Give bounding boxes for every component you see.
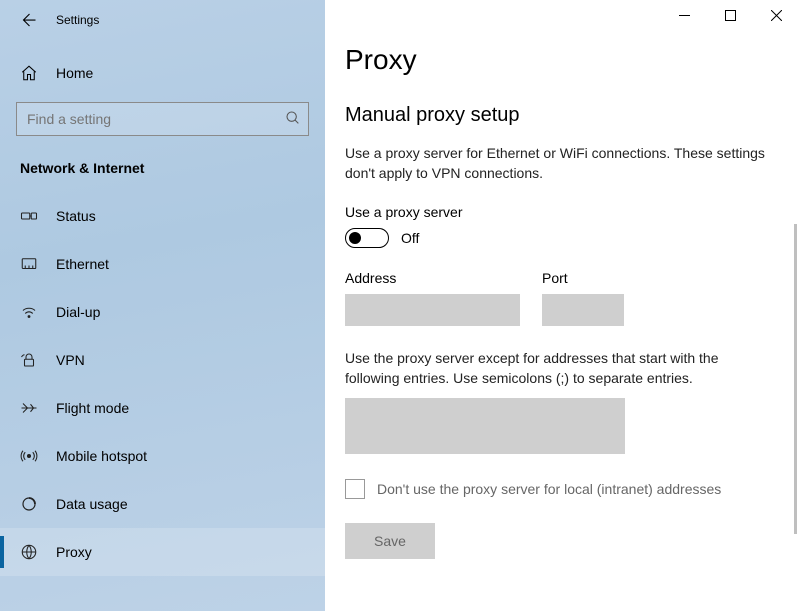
nav-label-flightmode: Flight mode [56, 400, 129, 416]
manual-description: Use a proxy server for Ethernet or WiFi … [345, 143, 771, 184]
sidebar: Settings Home Network & Internet Status [0, 0, 325, 611]
dialup-icon [20, 303, 38, 321]
status-icon [20, 207, 38, 225]
main-area: Proxy Manual proxy setup Use a proxy ser… [325, 0, 799, 611]
nav-label-mobilehotspot: Mobile hotspot [56, 448, 147, 464]
section-label: Network & Internet [0, 154, 325, 192]
content: Proxy Manual proxy setup Use a proxy ser… [325, 0, 799, 559]
nav-label-dialup: Dial-up [56, 304, 100, 320]
sidebar-item-flightmode[interactable]: Flight mode [0, 384, 325, 432]
back-button[interactable] [18, 10, 38, 30]
sidebar-item-home[interactable]: Home [0, 54, 325, 92]
sidebar-item-ethernet[interactable]: Ethernet [0, 240, 325, 288]
titlebar-left: Settings [0, 0, 325, 40]
port-label: Port [542, 270, 624, 286]
use-proxy-toggle[interactable] [345, 228, 389, 248]
sidebar-item-datausage[interactable]: Data usage [0, 480, 325, 528]
page-title: Proxy [345, 44, 771, 76]
use-proxy-label: Use a proxy server [345, 204, 771, 220]
hotspot-icon [20, 447, 38, 465]
airplane-icon [20, 399, 38, 417]
sidebar-item-vpn[interactable]: VPN [0, 336, 325, 384]
sidebar-item-dialup[interactable]: Dial-up [0, 288, 325, 336]
local-bypass-checkbox[interactable] [345, 479, 365, 499]
home-label: Home [56, 65, 93, 81]
sidebar-item-proxy[interactable]: Proxy [0, 528, 325, 576]
app-title: Settings [56, 13, 99, 27]
close-button[interactable] [753, 0, 799, 30]
manual-heading: Manual proxy setup [345, 104, 771, 127]
sidebar-item-mobilehotspot[interactable]: Mobile hotspot [0, 432, 325, 480]
toggle-knob [349, 232, 361, 244]
search-icon[interactable] [285, 110, 301, 129]
nav-label-proxy: Proxy [56, 544, 92, 560]
search-input[interactable] [16, 102, 309, 136]
minimize-button[interactable] [661, 0, 707, 30]
address-label: Address [345, 270, 520, 286]
vpn-icon [20, 351, 38, 369]
nav-label-datausage: Data usage [56, 496, 128, 512]
home-icon [20, 64, 38, 82]
window-controls [661, 0, 799, 30]
globe-icon [20, 543, 38, 561]
data-usage-icon [20, 495, 38, 513]
search-container [16, 102, 309, 136]
port-input[interactable] [542, 294, 624, 326]
toggle-state: Off [401, 230, 419, 246]
ethernet-icon [20, 255, 38, 273]
exceptions-description: Use the proxy server except for addresse… [345, 348, 771, 389]
nav-label-status: Status [56, 208, 96, 224]
nav-label-ethernet: Ethernet [56, 256, 109, 272]
nav-label-vpn: VPN [56, 352, 85, 368]
exceptions-textarea[interactable] [345, 398, 625, 454]
local-bypass-label: Don't use the proxy server for local (in… [377, 481, 721, 497]
sidebar-item-status[interactable]: Status [0, 192, 325, 240]
address-input[interactable] [345, 294, 520, 326]
maximize-button[interactable] [707, 0, 753, 30]
save-button[interactable]: Save [345, 523, 435, 559]
scrollbar-thumb[interactable] [794, 224, 797, 534]
